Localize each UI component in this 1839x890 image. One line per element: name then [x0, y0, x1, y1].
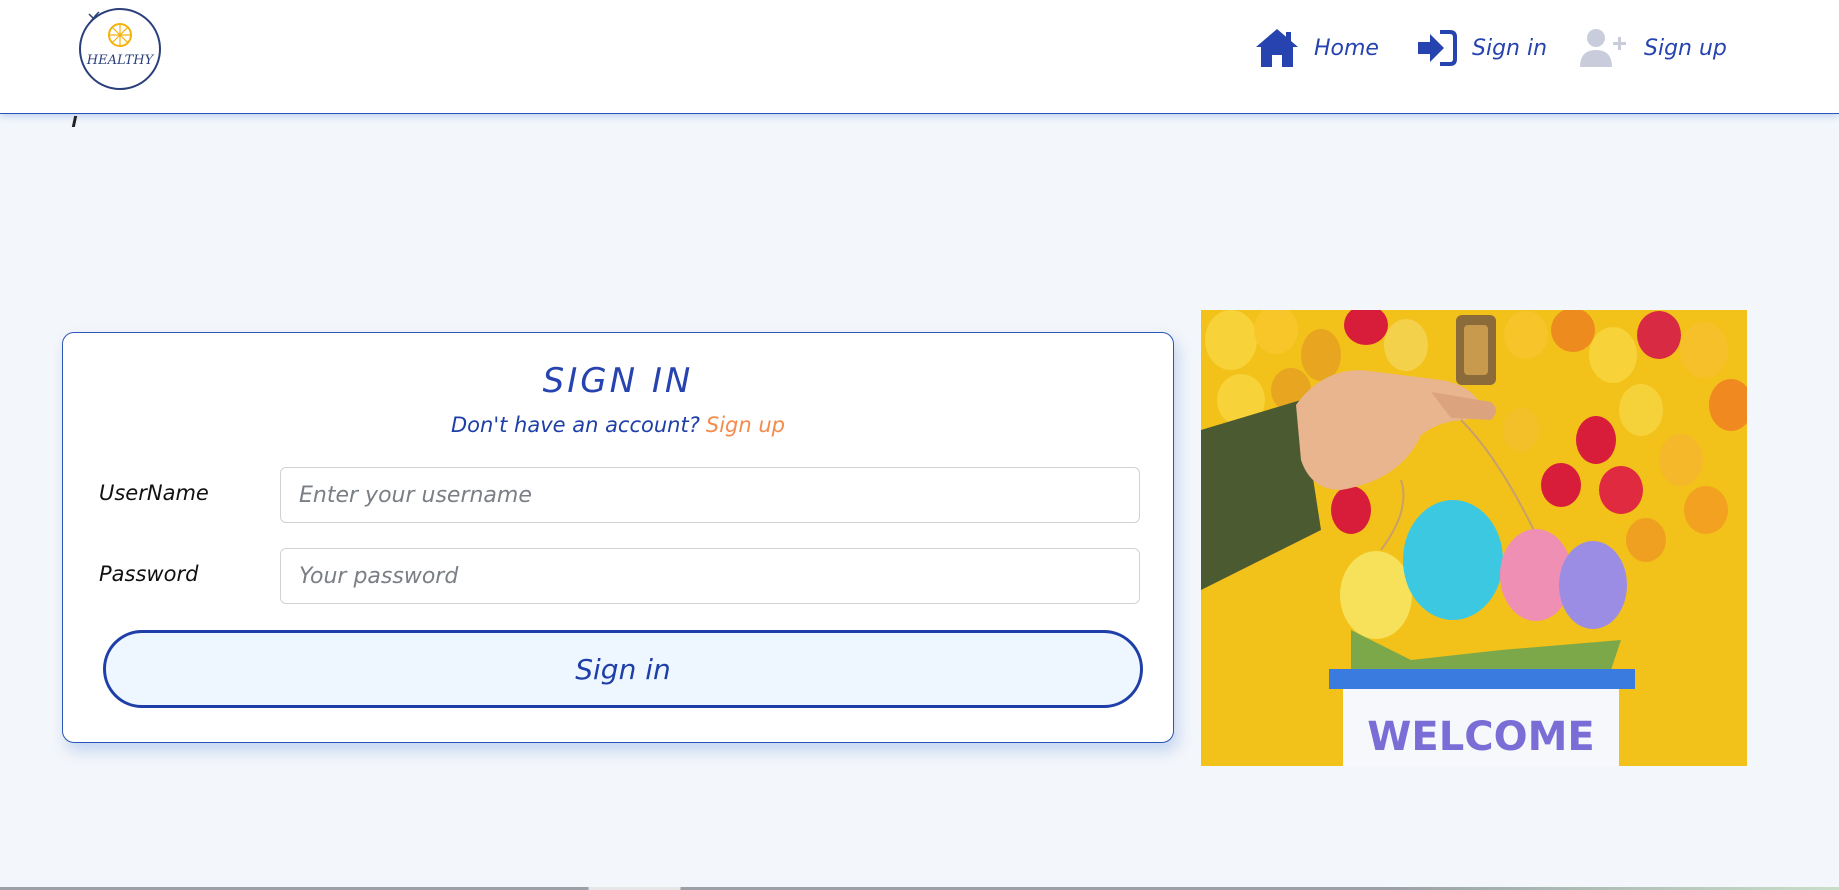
- nav-sign-up[interactable]: Sign up: [1580, 22, 1727, 74]
- healthy-logo[interactable]: HEALTHY: [73, 6, 167, 92]
- sign-in-title: SIGN IN: [542, 361, 694, 401]
- sign-in-icon: [1418, 30, 1457, 66]
- nav-sign-in-label: Sign in: [1472, 35, 1548, 61]
- password-input[interactable]: [280, 548, 1140, 604]
- user-plus-icon: [1580, 29, 1626, 67]
- sign-in-button[interactable]: Sign in: [103, 630, 1143, 708]
- signup-prompt: Don't have an account? Sign up: [63, 413, 1173, 437]
- username-input[interactable]: [280, 467, 1140, 523]
- signup-prompt-text: Don't have an account?: [451, 413, 700, 437]
- signup-link[interactable]: Sign up: [706, 413, 785, 437]
- nav-sign-in[interactable]: Sign in: [1416, 22, 1547, 74]
- top-navbar: HEALTHY Home Sign in Sign up: [0, 0, 1839, 114]
- nav-sign-up-label: Sign up: [1644, 35, 1727, 61]
- nav-home[interactable]: Home: [1254, 22, 1379, 74]
- sign-in-card: SIGN IN Don't have an account? Sign up Us…: [62, 332, 1174, 743]
- username-label: UserName: [99, 481, 209, 505]
- nav-home-label: Home: [1314, 35, 1379, 61]
- home-icon: [1256, 29, 1298, 67]
- welcome-sign-text: WELCOME: [1367, 714, 1594, 760]
- stray-mark: [71, 116, 78, 127]
- logo-text: HEALTHY: [86, 53, 155, 68]
- password-label: Password: [99, 562, 199, 586]
- welcome-hero-image: WELCOME: [1201, 310, 1747, 766]
